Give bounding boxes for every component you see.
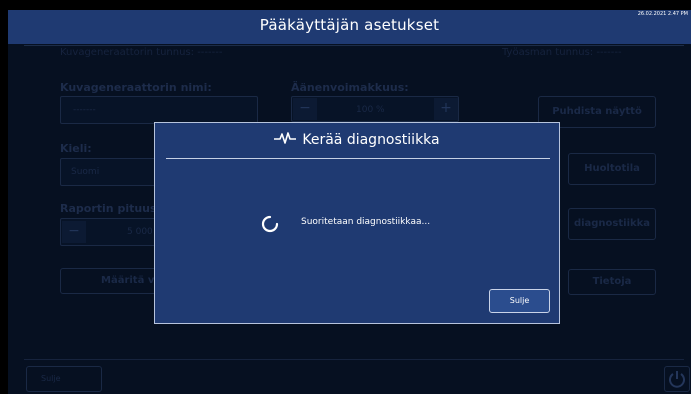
- info-button[interactable]: Tietoja: [568, 269, 656, 295]
- workstation-id-label: Työasman tunnus: -------: [502, 47, 622, 58]
- generator-name-label: Kuvageneraattorin nimi:: [60, 81, 212, 94]
- language-select[interactable]: Suomi: [60, 158, 160, 186]
- report-length-stepper[interactable]: − 5 000: [60, 218, 160, 246]
- header-divider: [24, 45, 684, 46]
- report-length-label: Raportin pituusr: [60, 202, 162, 215]
- generator-id-label: Kuvageneraattorin tunnus: -------: [60, 47, 223, 58]
- dialog-message: Suoritetaan diagnostiikkaa...: [301, 217, 431, 227]
- datetime: 26.02.2021 2.47 PM: [637, 11, 688, 17]
- volume-decrease-button[interactable]: −: [293, 98, 317, 120]
- volume-label: Äänenvoimakkuus:: [291, 81, 409, 94]
- generator-name-field[interactable]: -------: [60, 96, 258, 124]
- loading-spinner-icon: [261, 215, 279, 233]
- dialog-divider: [166, 158, 550, 159]
- report-length-value: 5 000: [127, 227, 153, 237]
- volume-value: 100 %: [356, 105, 385, 115]
- language-value: Suomi: [71, 167, 100, 177]
- dialog-title: Kerää diagnostiikka: [155, 131, 559, 149]
- volume-increase-button[interactable]: +: [434, 98, 458, 120]
- generator-name-value: -------: [73, 105, 96, 115]
- service-mode-button[interactable]: Huoltotila: [568, 153, 656, 185]
- language-label: Kieli:: [60, 142, 92, 155]
- volume-stepper[interactable]: − 100 % +: [291, 96, 459, 122]
- diagnostics-button[interactable]: diagnostiikka: [568, 208, 656, 240]
- define-button[interactable]: Määritä v: [60, 268, 160, 294]
- footer-divider: [24, 359, 684, 360]
- page-title: Pääkäyttäjän asetukset: [259, 16, 440, 34]
- dialog-title-text: Kerää diagnostiikka: [302, 132, 440, 148]
- heartbeat-icon: [274, 131, 297, 149]
- power-icon[interactable]: [664, 366, 690, 392]
- header-bar: Pääkäyttäjän asetukset 26.02.2021 2.47 P…: [8, 10, 691, 44]
- diagnostics-dialog: Kerää diagnostiikka Suoritetaan diagnost…: [154, 122, 560, 324]
- dialog-close-button[interactable]: Sulje: [489, 289, 550, 313]
- footer-close-button[interactable]: Sulje: [26, 366, 102, 392]
- report-length-decrease-button[interactable]: −: [62, 221, 86, 243]
